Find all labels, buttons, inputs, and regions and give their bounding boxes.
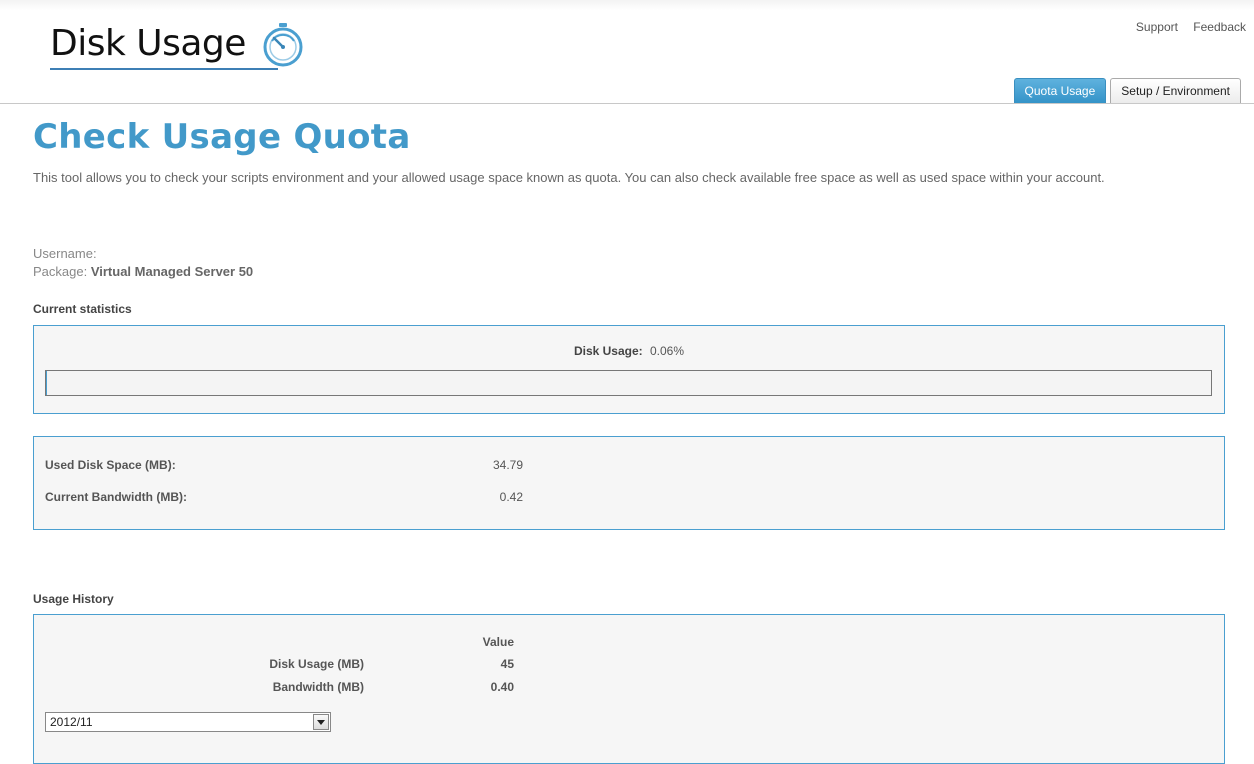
top-links: Support Feedback (1124, 20, 1246, 34)
used-disk-value: 34.79 (492, 458, 523, 472)
usage-history-label: Usage History (33, 592, 114, 606)
disk-usage-progress-fill (46, 371, 47, 395)
history-disk-label: Disk Usage (MB) (269, 657, 364, 671)
logo-text: Disk Usage (50, 23, 246, 64)
support-link[interactable]: Support (1136, 20, 1178, 34)
used-disk-label: Used Disk Space (MB): (45, 458, 176, 472)
period-select-value: 2012/11 (50, 715, 93, 729)
top-shadow (0, 0, 1254, 10)
username-row: Username: (33, 245, 253, 263)
feedback-link[interactable]: Feedback (1193, 20, 1246, 34)
page-description: This tool allows you to check your scrip… (33, 170, 1105, 185)
package-row: Package: Virtual Managed Server 50 (33, 263, 253, 281)
disk-usage-percent: 0.06% (650, 344, 685, 358)
usage-stats-box: Used Disk Space (MB): 34.79 Current Band… (33, 436, 1225, 530)
logo-underline (50, 68, 278, 70)
stopwatch-icon (263, 23, 303, 67)
disk-usage-summary: Disk Usage: 0.06% (34, 344, 1224, 358)
disk-usage-label: Disk Usage: (573, 344, 643, 358)
tab-setup-environment[interactable]: Setup / Environment (1110, 78, 1241, 103)
value-column-header: Value (482, 635, 514, 649)
history-bandwidth-value: 0.40 (490, 680, 514, 694)
bandwidth-value: 0.42 (499, 490, 523, 504)
current-statistics-label: Current statistics (33, 302, 132, 316)
disk-usage-progress-bar (45, 370, 1212, 396)
package-value: Virtual Managed Server 50 (90, 264, 254, 279)
usage-history-box: Value Disk Usage (MB) 45 Bandwidth (MB) … (33, 614, 1225, 764)
disk-usage-box: Disk Usage: 0.06% (33, 325, 1225, 414)
tab-bar: Quota Usage Setup / Environment (1013, 78, 1241, 103)
app-logo[interactable]: Disk Usage (50, 22, 306, 74)
tab-quota-usage[interactable]: Quota Usage (1013, 78, 1107, 103)
chevron-down-icon[interactable] (313, 714, 329, 730)
username-label: Username: (33, 246, 97, 261)
period-select[interactable]: 2012/11 (45, 712, 331, 732)
page: Disk Usage Support Feedback Quota Usage … (0, 0, 1254, 764)
page-title: Check Usage Quota (33, 117, 411, 157)
history-disk-value: 45 (500, 657, 514, 671)
account-info: Username: Package: Virtual Managed Serve… (33, 245, 253, 281)
bandwidth-label: Current Bandwidth (MB): (45, 490, 187, 504)
header-divider (0, 103, 1254, 104)
history-bandwidth-label: Bandwidth (MB) (272, 680, 364, 694)
package-label: Package: (33, 264, 88, 279)
